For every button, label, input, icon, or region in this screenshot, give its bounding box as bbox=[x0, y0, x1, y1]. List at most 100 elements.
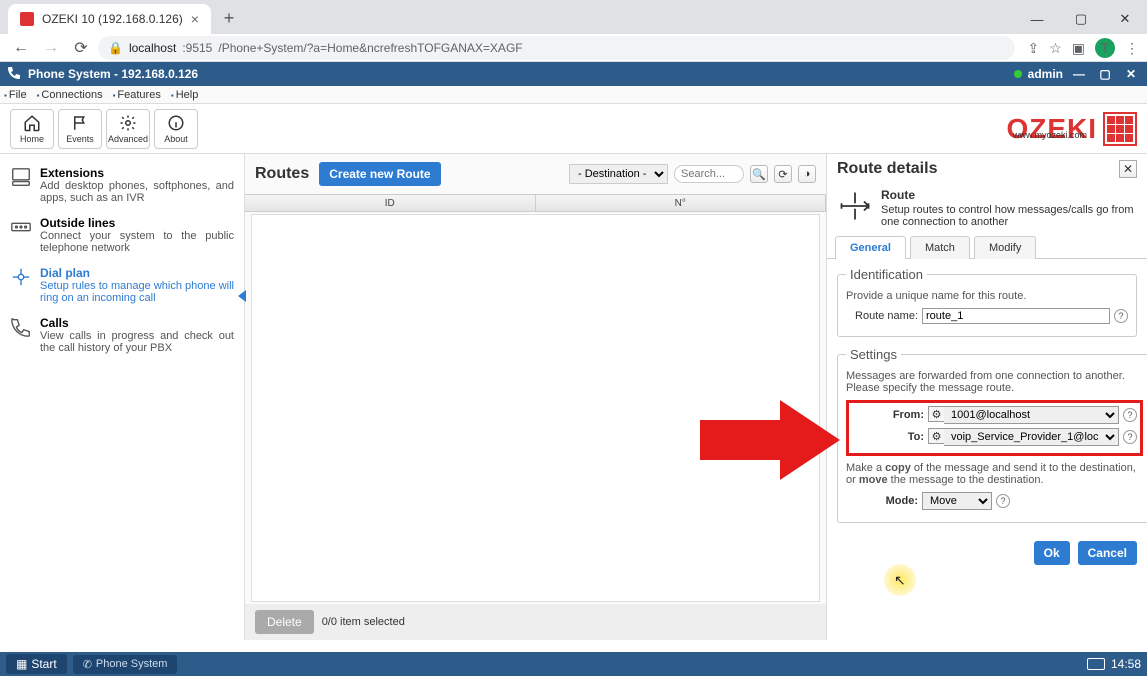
details-desc: Route Setup routes to control how messag… bbox=[827, 184, 1147, 236]
details-tabs: General Match Modify bbox=[827, 236, 1147, 259]
ok-button[interactable]: Ok bbox=[1034, 541, 1070, 565]
about-button[interactable]: About bbox=[154, 109, 198, 149]
details-title: Route details bbox=[837, 160, 937, 178]
tab-bar: OZEKI 10 (192.168.0.126) × + — ▢ ✕ bbox=[0, 0, 1147, 34]
advanced-button[interactable]: Advanced bbox=[106, 109, 150, 149]
cursor-icon: ↖ bbox=[894, 572, 906, 589]
logo: OZEKI bbox=[1006, 112, 1137, 146]
menu-help[interactable]: Help bbox=[171, 89, 198, 101]
user-label[interactable]: admin bbox=[1028, 67, 1063, 81]
col-id[interactable]: ID bbox=[245, 195, 536, 211]
from-label: From: bbox=[852, 409, 924, 421]
sidebar-item-desc: View calls in progress and check out the… bbox=[40, 330, 234, 354]
menu-features[interactable]: Features bbox=[113, 89, 161, 101]
address-bar: ← → ⟳ 🔒 localhost:9515/Phone+System/?a=H… bbox=[0, 34, 1147, 62]
from-select[interactable]: 1001@localhost bbox=[944, 406, 1119, 424]
sidebar-item-desc: Connect your system to the public teleph… bbox=[40, 230, 234, 254]
reload-button[interactable]: ⟳ bbox=[68, 35, 94, 61]
mode-select[interactable]: Move bbox=[922, 492, 992, 510]
identification-group: Identification Provide a unique name for… bbox=[837, 267, 1137, 337]
help-icon[interactable]: ? bbox=[1114, 309, 1128, 323]
system-tray: 14:58 bbox=[1087, 657, 1141, 671]
gear-icon[interactable]: ⚙ bbox=[928, 428, 944, 444]
window-controls: — ▢ ✕ bbox=[1015, 4, 1147, 34]
app-title-bar: Phone System - 192.168.0.126 admin — ▢ ✕ bbox=[0, 62, 1147, 86]
route-desc-title: Route bbox=[881, 188, 1137, 202]
back-button[interactable]: ← bbox=[8, 35, 34, 61]
app-minimize-button[interactable]: — bbox=[1069, 66, 1089, 82]
help-icon[interactable]: ? bbox=[1123, 408, 1137, 422]
route-name-input[interactable] bbox=[922, 308, 1110, 324]
app-maximize-button[interactable]: ▢ bbox=[1095, 66, 1115, 82]
browser-tab[interactable]: OZEKI 10 (192.168.0.126) × bbox=[8, 4, 211, 34]
settings-group: Settings Messages are forwarded from one… bbox=[837, 347, 1147, 523]
browser-chrome: OZEKI 10 (192.168.0.126) × + — ▢ ✕ ← → ⟳… bbox=[0, 0, 1147, 62]
home-button[interactable]: Home bbox=[10, 109, 54, 149]
app-close-button[interactable]: ✕ bbox=[1121, 66, 1141, 82]
delete-button[interactable]: Delete bbox=[255, 610, 314, 634]
settings-icon[interactable]: ◑ bbox=[798, 165, 816, 183]
profile-button[interactable]: T bbox=[1095, 38, 1115, 58]
create-route-button[interactable]: Create new Route bbox=[319, 162, 440, 186]
tab-general[interactable]: General bbox=[835, 236, 906, 259]
keyboard-icon[interactable] bbox=[1087, 658, 1105, 670]
sidebar-item-title: Dial plan bbox=[40, 266, 234, 280]
tab-title: OZEKI 10 (192.168.0.126) bbox=[42, 12, 183, 26]
clock: 14:58 bbox=[1111, 657, 1141, 671]
menu-connections[interactable]: Connections bbox=[37, 89, 103, 101]
favicon bbox=[20, 12, 34, 26]
sidebar-item-calls[interactable]: Calls View calls in progress and check o… bbox=[6, 310, 238, 360]
form-area: Identification Provide a unique name for… bbox=[827, 259, 1147, 541]
mode-label: Mode: bbox=[846, 495, 918, 507]
url-input[interactable]: 🔒 localhost:9515/Phone+System/?a=Home&nc… bbox=[98, 36, 1015, 60]
share-icon[interactable]: ⇪ bbox=[1027, 40, 1039, 57]
close-button[interactable]: ✕ bbox=[1103, 4, 1147, 34]
table-header: ID N° bbox=[245, 194, 826, 212]
copy-move-hint: Make a copy of the message and send it t… bbox=[846, 462, 1143, 486]
url-path: /Phone+System/?a=Home&ncrefreshTOFGANAX=… bbox=[218, 41, 522, 55]
help-icon[interactable]: ? bbox=[1123, 430, 1137, 444]
home-icon bbox=[23, 114, 41, 132]
main-area: Extensions Add desktop phones, softphone… bbox=[0, 154, 1147, 640]
menu-bar: File Connections Features Help bbox=[0, 86, 1147, 104]
cancel-button[interactable]: Cancel bbox=[1078, 541, 1137, 565]
search-icon[interactable]: 🔍 bbox=[750, 165, 768, 183]
tab-close-icon[interactable]: × bbox=[191, 11, 199, 27]
sidebar-item-dial-plan[interactable]: Dial plan Setup rules to manage which ph… bbox=[6, 260, 238, 310]
tab-modify[interactable]: Modify bbox=[974, 236, 1036, 259]
to-label: To: bbox=[852, 431, 924, 443]
close-panel-button[interactable]: ✕ bbox=[1119, 160, 1137, 178]
new-tab-button[interactable]: + bbox=[215, 4, 243, 32]
events-button[interactable]: Events bbox=[58, 109, 102, 149]
gear-icon[interactable]: ⚙ bbox=[928, 406, 944, 422]
forward-button[interactable]: → bbox=[38, 35, 64, 61]
extensions-icon[interactable]: ▣ bbox=[1072, 40, 1085, 57]
tab-match[interactable]: Match bbox=[910, 236, 970, 259]
sidebar-item-title: Outside lines bbox=[40, 216, 234, 230]
kebab-menu-icon[interactable]: ⋮ bbox=[1125, 40, 1139, 57]
destination-select[interactable]: - Destination - bbox=[569, 164, 668, 184]
star-icon[interactable]: ☆ bbox=[1049, 40, 1062, 57]
highlighted-settings: From: ⚙ 1001@localhost ? To: ⚙ voip_Serv… bbox=[846, 400, 1143, 456]
settings-hint: Messages are forwarded from one connecti… bbox=[846, 370, 1143, 394]
start-button[interactable]: ▦ Start bbox=[6, 654, 67, 674]
identification-legend: Identification bbox=[846, 267, 927, 282]
to-select[interactable]: voip_Service_Provider_1@loc bbox=[944, 428, 1119, 446]
help-icon[interactable]: ? bbox=[996, 494, 1010, 508]
logo-grid-icon bbox=[1103, 112, 1137, 146]
col-no[interactable]: N° bbox=[536, 195, 827, 211]
sidebar-item-outside-lines[interactable]: Outside lines Connect your system to the… bbox=[6, 210, 238, 260]
center-header: Routes Create new Route - Destination - … bbox=[245, 154, 826, 194]
taskbar-item-phone-system[interactable]: ✆ Phone System bbox=[73, 655, 178, 674]
phone-icon: ✆ bbox=[83, 658, 92, 671]
table-body bbox=[251, 214, 820, 602]
sidebar-item-extensions[interactable]: Extensions Add desktop phones, softphone… bbox=[6, 160, 238, 210]
maximize-button[interactable]: ▢ bbox=[1059, 4, 1103, 34]
refresh-icon[interactable]: ⟳ bbox=[774, 165, 792, 183]
menu-file[interactable]: File bbox=[4, 89, 27, 101]
active-caret-icon bbox=[238, 290, 246, 302]
details-header: Route details ✕ bbox=[827, 154, 1147, 184]
minimize-button[interactable]: — bbox=[1015, 4, 1059, 34]
search-input[interactable] bbox=[674, 165, 744, 183]
status-dot-icon bbox=[1014, 70, 1022, 78]
